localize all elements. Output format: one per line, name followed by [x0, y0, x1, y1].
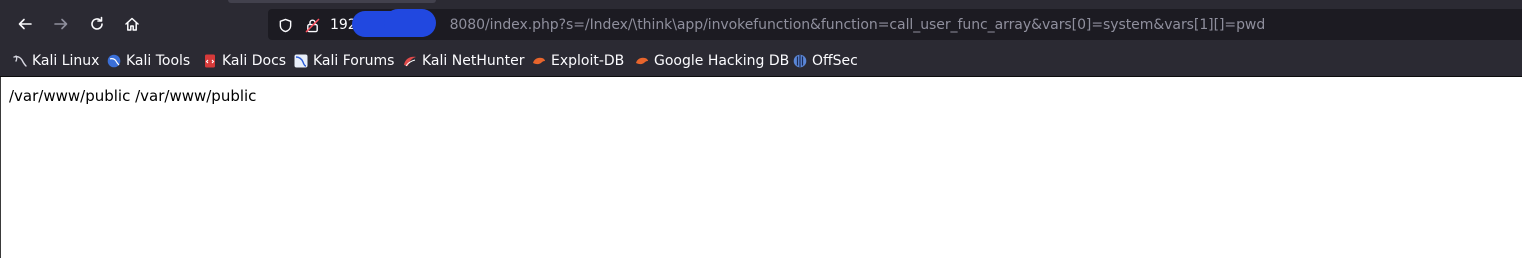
- bookmark-kali-docs[interactable]: Kali Docs: [203, 51, 286, 71]
- forward-button[interactable]: [49, 12, 73, 36]
- bookmark-offsec[interactable]: OffSec: [793, 51, 858, 71]
- bookmark-kali-tools[interactable]: Kali Tools: [107, 51, 190, 71]
- bookmark-kali-forums[interactable]: Kali Forums: [294, 51, 394, 71]
- insecure-lock-icon[interactable]: [304, 17, 320, 33]
- bookmark-exploit-db[interactable]: Exploit-DB: [532, 51, 624, 71]
- home-button[interactable]: [120, 12, 144, 36]
- back-arrow-icon: [18, 18, 32, 30]
- kali-nethunter-icon: [404, 56, 416, 67]
- tracking-protection-shield-icon[interactable]: [277, 17, 293, 33]
- kali-tools-icon: [107, 54, 121, 68]
- redaction-mark: [384, 9, 436, 37]
- google-hacking-db-icon: [636, 57, 648, 65]
- exploit-db-icon: [533, 57, 545, 65]
- navigation-toolbar: 192 8080/index.php?s=/Index/\think\app/in…: [0, 0, 1522, 46]
- reload-icon: [91, 16, 103, 30]
- bookmark-kali-linux[interactable]: Kali Linux: [13, 51, 99, 71]
- bookmark-kali-nethunter[interactable]: Kali NetHunter: [403, 51, 524, 71]
- kali-forums-icon: [294, 54, 308, 68]
- page-content: /var/www/public /var/www/public: [0, 77, 1521, 258]
- forward-arrow-icon: [54, 18, 68, 30]
- address-bar[interactable]: 192 8080/index.php?s=/Index/\think\app/in…: [268, 9, 1522, 40]
- reload-button[interactable]: [85, 12, 109, 36]
- home-icon: [125, 17, 139, 31]
- back-button[interactable]: [13, 12, 37, 36]
- bookmark-google-hacking-db[interactable]: Google Hacking DB: [635, 51, 789, 71]
- offsec-icon: [793, 54, 807, 68]
- bookmarks-toolbar: Kali Linux Kali Tools Kali Docs Kali For…: [0, 46, 1522, 77]
- url-port-path: 8080/index.php?s=/Index/\think\app/invok…: [449, 17, 1266, 33]
- active-tab-edge: [228, 0, 436, 3]
- kali-dragon-icon: [13, 55, 27, 67]
- url-text[interactable]: 192 8080/index.php?s=/Index/\think\app/in…: [330, 17, 1265, 33]
- kali-docs-icon: [205, 54, 215, 68]
- command-output-text: /var/www/public /var/www/public: [9, 87, 257, 105]
